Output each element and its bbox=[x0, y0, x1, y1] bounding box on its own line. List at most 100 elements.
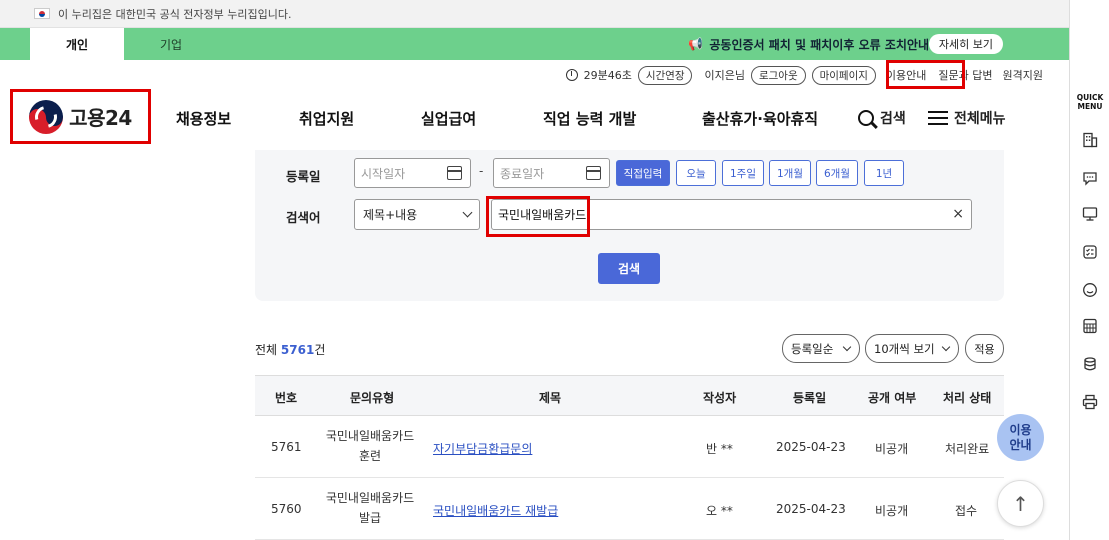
utility-menu: 29분46초 시간연장 이지은님 로그아웃 마이페이지 이용안내 질문과 답변 … bbox=[565, 64, 1043, 86]
table-row: 5760 국민내일배움카드 발급 국민내일배움카드 재발급 오 ** 2025-… bbox=[255, 478, 1004, 540]
apply-button[interactable]: 적용 bbox=[965, 334, 1004, 363]
tab-personal[interactable]: 개인 bbox=[30, 28, 124, 60]
search-icon bbox=[858, 110, 874, 126]
period-custom-button[interactable]: 직접입력 bbox=[616, 160, 670, 186]
row-public: 비공개 bbox=[875, 442, 909, 456]
tab-company[interactable]: 기업 bbox=[124, 28, 218, 60]
col-title: 제목 bbox=[539, 391, 562, 405]
row-writer: 오 ** bbox=[706, 504, 733, 518]
header-search-button[interactable]: 검색 bbox=[858, 108, 906, 128]
table-header: 번호 문의유형 제목 작성자 등록일 공개 여부 처리 상태 bbox=[255, 375, 1004, 416]
row-title-link[interactable]: 자기부담금환급문의 bbox=[433, 440, 532, 457]
search-scope-value: 제목+내용 bbox=[363, 208, 418, 222]
gnb-unemployment-benefit[interactable]: 실업급여 bbox=[421, 108, 476, 129]
monitor-icon[interactable] bbox=[1082, 206, 1098, 222]
gov-banner-text: 이 누리집은 대한민국 공식 전자정부 누리집입니다. bbox=[58, 7, 292, 21]
row-public: 비공개 bbox=[875, 504, 909, 518]
sort-order-value: 등록일순 bbox=[791, 341, 834, 356]
row-date: 2025-04-23 bbox=[776, 502, 846, 516]
logo[interactable]: 고용24 bbox=[10, 89, 151, 144]
remote-support-link[interactable]: 원격지원 bbox=[1003, 67, 1043, 83]
end-date-input[interactable]: 종료일자 bbox=[493, 158, 610, 188]
top-nav-bar: 개인 기업 📢 공동인증서 패치 및 패치이후 오류 조치안내 자세히 보기 bbox=[0, 28, 1069, 60]
calculator-icon[interactable] bbox=[1082, 318, 1098, 334]
calendar-icon[interactable] bbox=[586, 166, 601, 180]
notice-banner[interactable]: 📢 공동인증서 패치 및 패치이후 오류 조치안내 bbox=[688, 28, 929, 60]
user-name: 이지은님 bbox=[704, 69, 745, 82]
highlight-box-qna bbox=[886, 60, 965, 89]
notice-text: 공동인증서 패치 및 패치이후 오류 조치안내 bbox=[709, 37, 929, 52]
printer-icon[interactable] bbox=[1082, 394, 1098, 410]
scroll-top-button[interactable]: ↑ bbox=[997, 480, 1044, 527]
chat-icon[interactable] bbox=[1082, 170, 1098, 186]
checklist-icon[interactable] bbox=[1082, 244, 1098, 260]
chevron-down-icon bbox=[462, 207, 473, 218]
gov-emblem-icon bbox=[29, 99, 64, 134]
usage-guide-float-button[interactable]: 이용 안내 bbox=[997, 414, 1044, 461]
logout-button[interactable]: 로그아웃 bbox=[750, 65, 806, 85]
row-number: 5760 bbox=[271, 502, 302, 516]
search-scope-select[interactable]: 제목+내용 bbox=[354, 199, 480, 230]
col-writer: 작성자 bbox=[703, 391, 737, 405]
page-size-value: 10개씩 보기 bbox=[874, 341, 935, 356]
period-today-button[interactable]: 오늘 bbox=[676, 160, 716, 186]
all-menu-label: 전체메뉴 bbox=[954, 111, 1006, 127]
highlight-box-keyword bbox=[486, 196, 590, 237]
megaphone-icon: 📢 bbox=[688, 37, 704, 51]
result-count-number: 5761 bbox=[280, 343, 315, 357]
row-number: 5761 bbox=[271, 440, 302, 454]
quick-menu: QUICK MENU bbox=[1069, 0, 1109, 540]
start-date-placeholder: 시작일자 bbox=[361, 166, 406, 181]
notice-detail-button[interactable]: 자세히 보기 bbox=[928, 34, 1003, 54]
row-status: 처리완료 bbox=[945, 442, 990, 456]
result-count: 전체 5761건 bbox=[255, 343, 326, 357]
clear-icon[interactable]: × bbox=[952, 206, 964, 222]
all-menu-button[interactable]: 전체메뉴 bbox=[928, 108, 1006, 128]
search-button[interactable]: 검색 bbox=[598, 253, 660, 284]
sort-order-select[interactable]: 등록일순 bbox=[782, 334, 860, 363]
gnb-vocational-training[interactable]: 직업 능력 개발 bbox=[543, 108, 636, 129]
clock-icon bbox=[565, 69, 578, 81]
end-date-placeholder: 종료일자 bbox=[500, 166, 545, 181]
gov-banner: 이 누리집은 대한민국 공식 전자정부 누리집입니다. bbox=[0, 0, 1069, 28]
keyword-label: 검색어 bbox=[286, 210, 321, 225]
start-date-input[interactable]: 시작일자 bbox=[354, 158, 471, 188]
hamburger-icon bbox=[928, 110, 948, 126]
gnb-jobs[interactable]: 채용정보 bbox=[176, 108, 231, 129]
table-row: 5761 국민내일배움카드 훈련 자기부담금환급문의 반 ** 2025-04-… bbox=[255, 416, 1004, 478]
mypage-button[interactable]: 마이페이지 bbox=[811, 65, 876, 85]
row-writer: 반 ** bbox=[706, 442, 733, 456]
row-date: 2025-04-23 bbox=[776, 440, 846, 454]
period-1year-button[interactable]: 1년 bbox=[864, 160, 904, 186]
period-6month-button[interactable]: 6개월 bbox=[816, 160, 858, 186]
logo-text: 고용24 bbox=[69, 106, 132, 130]
col-type: 문의유형 bbox=[350, 391, 395, 405]
korea-flag-icon bbox=[34, 8, 50, 19]
period-1week-button[interactable]: 1주일 bbox=[722, 160, 764, 186]
gnb-employment-support[interactable]: 취업지원 bbox=[299, 108, 354, 129]
date-separator: - bbox=[479, 164, 484, 178]
col-number: 번호 bbox=[275, 391, 298, 405]
arrow-up-icon: ↑ bbox=[1012, 491, 1029, 516]
extend-time-button[interactable]: 시간연장 bbox=[637, 65, 693, 85]
period-1month-button[interactable]: 1개월 bbox=[769, 160, 811, 186]
row-status: 접수 bbox=[955, 504, 978, 518]
date-label: 등록일 bbox=[286, 169, 321, 184]
row-type: 국민내일배움카드 훈련 bbox=[325, 429, 415, 463]
header-search-label: 검색 bbox=[880, 111, 906, 127]
chevron-down-icon bbox=[842, 342, 852, 352]
page-size-select[interactable]: 10개씩 보기 bbox=[865, 334, 959, 363]
smile-icon[interactable] bbox=[1082, 282, 1098, 298]
quick-menu-title: QUICK MENU bbox=[1076, 93, 1104, 111]
gnb-parental-leave[interactable]: 출산휴가·육아휴직 bbox=[702, 108, 818, 129]
col-status: 처리 상태 bbox=[943, 391, 992, 405]
col-public: 공개 여부 bbox=[868, 391, 917, 405]
calendar-icon[interactable] bbox=[447, 166, 462, 180]
building-icon[interactable] bbox=[1082, 132, 1098, 148]
row-type: 국민내일배움카드 발급 bbox=[325, 491, 415, 525]
row-title-link[interactable]: 국민내일배움카드 재발급 bbox=[433, 502, 558, 519]
coin-stack-icon[interactable] bbox=[1082, 356, 1098, 372]
session-timer: 29분46초 bbox=[583, 69, 632, 82]
chevron-down-icon bbox=[941, 342, 951, 352]
col-date: 등록일 bbox=[793, 391, 827, 405]
